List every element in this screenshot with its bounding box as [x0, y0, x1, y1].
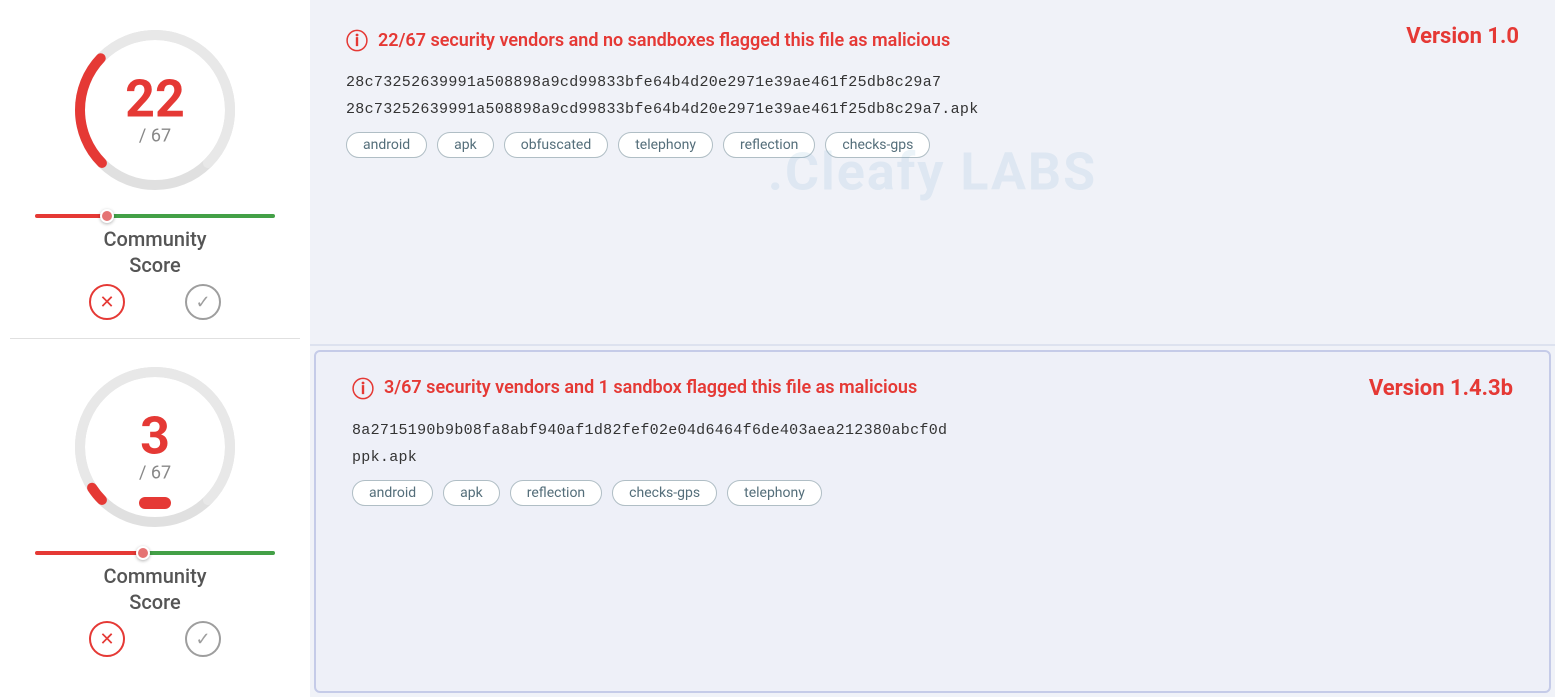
tag-checks-gps-1[interactable]: checks-gps: [825, 132, 930, 158]
score-block-2: 3 / 67 CommunityScore ✕ ✓: [10, 357, 300, 657]
version-block-1: ⓘ 22/67 security vendors and no sandboxe…: [310, 0, 1555, 344]
alert-row-1: ⓘ 22/67 security vendors and no sandboxe…: [346, 24, 1519, 56]
community-actions-2: ✕ ✓: [89, 621, 221, 657]
alert-text-2: 3/67 security vendors and 1 sandbox flag…: [384, 377, 917, 398]
slider-thumb-1[interactable]: [100, 209, 114, 223]
hash1-v2: 8a2715190b9b08fa8abf940af1d82fef02e04d64…: [352, 422, 1513, 439]
community-actions-1: ✕ ✓: [89, 284, 221, 320]
version-label-2: Version 1.4.3b: [1369, 376, 1513, 401]
hash2-v1: 28c73252639991a508898a9cd99833bfe64b4d20…: [346, 101, 1519, 118]
gauge-text-1: 22 / 67: [125, 74, 185, 147]
version-label-1: Version 1.0: [1406, 24, 1519, 49]
block-separator: [310, 344, 1555, 346]
alert-icon-2: ⓘ: [352, 372, 374, 404]
left-panel: 22 / 67 CommunityScore ✕ ✓: [0, 0, 310, 697]
tag-obfuscated-1[interactable]: obfuscated: [504, 132, 609, 158]
tag-android-2[interactable]: android: [352, 480, 433, 506]
tag-apk-1[interactable]: apk: [437, 132, 494, 158]
tag-android-1[interactable]: android: [346, 132, 427, 158]
gauge-1: 22 / 67: [65, 20, 245, 200]
slider-2[interactable]: [35, 551, 275, 555]
score-number-2: 3: [139, 411, 171, 463]
alert-text-1: 22/67 security vendors and no sandboxes …: [378, 30, 950, 51]
positive-vote-btn-2[interactable]: ✓: [185, 621, 221, 657]
tag-telephony-1[interactable]: telephony: [618, 132, 713, 158]
tags-row-2: android apk reflection checks-gps teleph…: [352, 480, 1513, 506]
score-denom-2: / 67: [139, 463, 171, 484]
gauge-2: 3 / 67: [65, 357, 245, 537]
slider-1[interactable]: [35, 214, 275, 218]
right-panel: ⓘ 22/67 security vendors and no sandboxe…: [310, 0, 1555, 697]
alert-row-2: ⓘ 3/67 security vendors and 1 sandbox fl…: [352, 372, 1513, 404]
tag-telephony-2[interactable]: telephony: [727, 480, 822, 506]
score-number-1: 22: [125, 74, 185, 126]
gauge-text-2: 3 / 67: [139, 411, 171, 484]
tag-reflection-1[interactable]: reflection: [723, 132, 815, 158]
community-score-label-2: CommunityScore: [103, 563, 206, 615]
tag-checks-gps-2[interactable]: checks-gps: [612, 480, 717, 506]
alert-icon-1: ⓘ: [346, 24, 368, 56]
tag-apk-2[interactable]: apk: [443, 480, 500, 506]
score-block-1: 22 / 67 CommunityScore ✕ ✓: [10, 20, 300, 320]
divider-1: [10, 338, 300, 339]
negative-vote-btn-1[interactable]: ✕: [89, 284, 125, 320]
hash1-v1: 28c73252639991a508898a9cd99833bfe64b4d20…: [346, 74, 1519, 91]
negative-vote-btn-2[interactable]: ✕: [89, 621, 125, 657]
positive-vote-btn-1[interactable]: ✓: [185, 284, 221, 320]
version-block-2: ⓘ 3/67 security vendors and 1 sandbox fl…: [314, 350, 1551, 694]
community-score-label-1: CommunityScore: [103, 226, 206, 278]
tags-row-1: android apk obfuscated telephony reflect…: [346, 132, 1519, 158]
hash2-v2: ppk.apk: [352, 449, 1513, 466]
tag-reflection-2[interactable]: reflection: [510, 480, 602, 506]
slider-thumb-2[interactable]: [136, 546, 150, 560]
